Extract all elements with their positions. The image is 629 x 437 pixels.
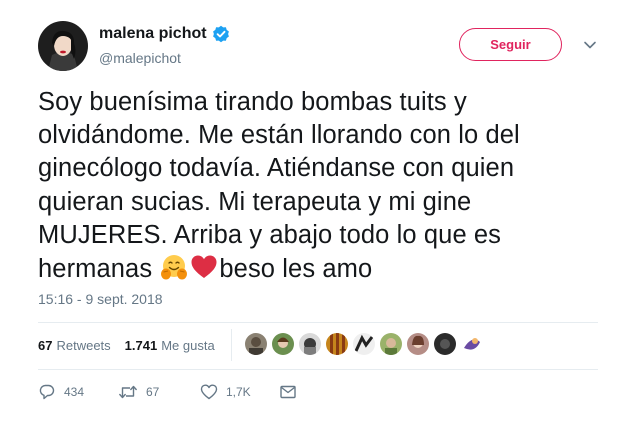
retweets-count[interactable]: 67: [38, 338, 52, 353]
envelope-icon: [279, 383, 297, 401]
liker-avatar[interactable]: [406, 332, 430, 356]
retweets-label[interactable]: Retweets: [56, 338, 110, 353]
tweet-card: malena pichot @malepichot Seguir Soy bue…: [0, 0, 629, 437]
liker-avatar[interactable]: [244, 332, 268, 356]
verified-badge-icon: [212, 25, 230, 43]
display-name[interactable]: malena pichot: [99, 25, 207, 43]
tweet-actions: 434 67 1,7K: [38, 383, 297, 401]
tweet-text-line: ginecólogo todavía. Atiéndanse con quien: [38, 154, 515, 183]
tweet-text-line: quieran sucias. Mi terapeuta y mi gine: [38, 187, 472, 216]
tweet-text-line-last: hermanas beso les amo: [38, 252, 598, 286]
retweet-icon: [118, 383, 138, 401]
red-heart-emoji-icon: [189, 252, 219, 282]
likes-label[interactable]: Me gusta: [161, 338, 214, 353]
tweet-text-line: olvidándome. Me están llorando con lo de…: [38, 121, 520, 150]
reply-button[interactable]: 434: [38, 383, 118, 401]
tweet-text-line: MUJERES. Arriba y abajo todo lo que es: [38, 220, 502, 249]
hugging-face-emoji-icon: [159, 252, 189, 282]
username[interactable]: @malepichot: [99, 50, 181, 66]
avatar[interactable]: [38, 21, 88, 71]
retweet-button[interactable]: 67: [118, 383, 200, 401]
reply-count: 434: [64, 385, 85, 399]
like-button[interactable]: 1,7K: [200, 383, 279, 401]
stats-separator: [231, 329, 232, 361]
like-count: 1,7K: [226, 385, 251, 399]
divider: [38, 369, 598, 370]
likes-count[interactable]: 1.741: [125, 338, 158, 353]
liker-avatar[interactable]: [298, 332, 322, 356]
follow-button[interactable]: Seguir: [459, 28, 562, 61]
tweet-stats: 67 Retweets 1.741 Me gusta: [38, 338, 229, 353]
name-row: malena pichot: [99, 25, 230, 43]
heart-icon: [200, 383, 218, 401]
liker-avatars: [244, 332, 484, 356]
liker-avatar[interactable]: [460, 332, 484, 356]
tweet-timestamp[interactable]: 15:16 - 9 sept. 2018: [38, 291, 163, 307]
liker-avatar[interactable]: [433, 332, 457, 356]
tweet-text-line: Soy buenísima tirando bombas tuits y: [38, 88, 467, 116]
liker-avatar[interactable]: [352, 332, 376, 356]
liker-avatar[interactable]: [271, 332, 295, 356]
retweet-count: 67: [146, 385, 160, 399]
reply-icon: [38, 383, 56, 401]
tweet-text-segment: hermanas: [38, 255, 160, 284]
liker-avatar[interactable]: [325, 332, 349, 356]
chevron-down-icon[interactable]: [583, 40, 597, 50]
tweet-text: Soy buenísima tirando bombas tuits y olv…: [38, 86, 598, 286]
divider: [38, 322, 598, 323]
liker-avatar[interactable]: [379, 332, 403, 356]
direct-message-button[interactable]: [279, 383, 297, 401]
tweet-text-segment: beso les amo: [219, 255, 373, 284]
